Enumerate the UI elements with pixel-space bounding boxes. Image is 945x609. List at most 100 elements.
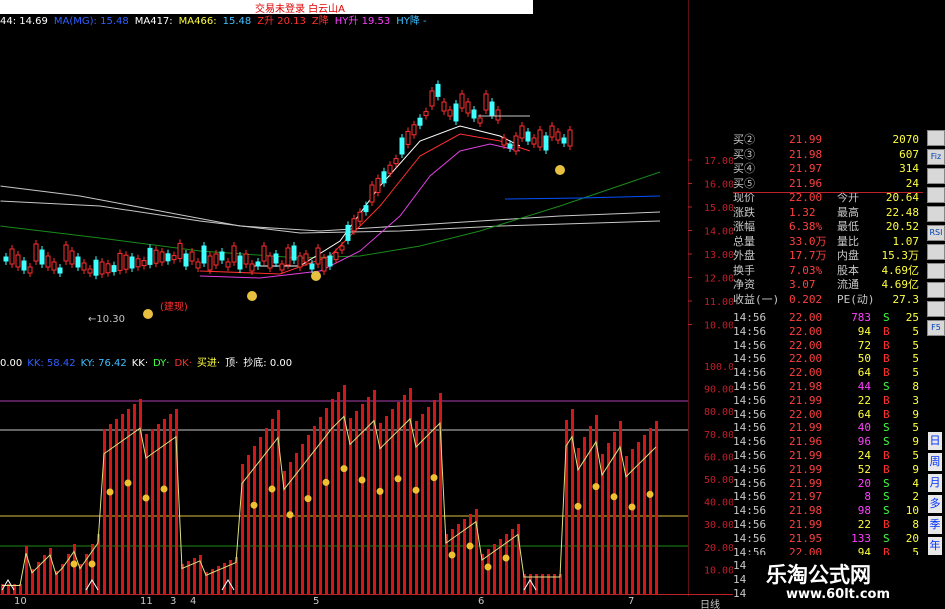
period-button[interactable]: 多 (928, 495, 942, 513)
tick-count: 3 (912, 393, 919, 407)
candle-body (471, 109, 477, 119)
indicator-tick-label: 50.00 (704, 475, 733, 486)
tick-price: 21.95 (789, 531, 823, 545)
candle-body (441, 101, 447, 112)
tick-volume: 44 (857, 380, 871, 393)
candle-body (141, 260, 147, 267)
tick-count: 8 (912, 380, 919, 393)
toolbar-button[interactable] (927, 244, 945, 260)
tick-row: 14:56 21.99 24 B 5 (733, 450, 923, 462)
signal-dot (628, 503, 636, 511)
indicator-tick-label: 30.00 (704, 520, 733, 531)
toolbar-button[interactable] (927, 301, 945, 317)
quote-row: 总量 33.0万 量比 1.07 (733, 234, 923, 248)
period-button[interactable]: 日 (928, 432, 942, 450)
signal-dot (268, 485, 276, 493)
price-tick-label: 16.00 (704, 180, 733, 191)
quote-value: 21.98 (789, 147, 823, 161)
tick-count: 10 (905, 504, 919, 518)
candle-body (561, 137, 567, 144)
candle-body (123, 254, 129, 270)
buy-marker (247, 291, 257, 301)
candle-body (267, 255, 273, 269)
indicator-chart[interactable] (0, 368, 688, 594)
toolbar-button[interactable]: F5 (927, 320, 945, 336)
tick-row: 14:56 21.98 98 S 10 (733, 505, 923, 517)
candle-body (213, 253, 219, 266)
quote-value-2: 4.69亿 (881, 263, 920, 277)
quote-value-2: 2070 (892, 133, 920, 146)
x-axis-label: 5 (313, 596, 320, 607)
candle-body (357, 211, 363, 222)
tick-count: 5 (912, 421, 919, 435)
quote-row: 买③ 21.98 607 (733, 147, 923, 161)
tick-volume: 24 (857, 449, 871, 462)
toolbar-button[interactable] (927, 187, 945, 203)
indicator-header: 0.00 KK: 58.42 KY: 76.42 KK· DY· DK· 买进· 顶· 抄底: … (0, 354, 297, 369)
candle-body (69, 250, 75, 265)
toolbar-button[interactable]: RSI (927, 225, 945, 241)
candle-body (477, 117, 483, 124)
candle-body (117, 252, 123, 271)
quote-value: 21.99 (789, 133, 823, 146)
quote-row: 外盘 17.7万 内盘 15.3万 (733, 250, 923, 262)
tick-volume: 8 (864, 490, 871, 504)
quote-value: 33.0万 (789, 234, 827, 248)
quote-value: 6.38% (789, 220, 823, 233)
toolbar-button[interactable] (927, 206, 945, 222)
period-button[interactable]: 周 (928, 453, 942, 471)
signal-dot (106, 488, 114, 496)
toolbar-button[interactable] (927, 130, 945, 146)
candle-body (27, 266, 33, 274)
tick-row: 14:56 22.00 64 B 5 (733, 367, 923, 379)
tick-count: 9 (912, 407, 919, 421)
candle-body (315, 247, 321, 265)
side-toolbar: Fiz RSI F5 (925, 130, 945, 350)
period-label[interactable]: 日线 (700, 596, 720, 609)
tick-price: 21.98 (789, 504, 823, 518)
candle-body (483, 93, 489, 111)
period-button[interactable]: 月 (928, 474, 942, 492)
signal-dot (88, 560, 96, 568)
tick-time: 14:56 (733, 490, 767, 504)
tick-price: 21.99 (789, 421, 823, 435)
quote-row: 现价 22.00 今开 20.64 (733, 192, 923, 204)
toolbar-button[interactable] (927, 263, 945, 279)
price-tick-label: 14.00 (704, 227, 733, 238)
price-chart[interactable]: ←10.30 (建现) (0, 26, 688, 352)
candle-body (93, 259, 99, 276)
x-axis-label: 6 (478, 596, 485, 607)
toolbar-button[interactable]: Fiz (927, 149, 945, 165)
indicator-tick-label: 70.00 (704, 430, 733, 441)
signal-dot (70, 560, 78, 568)
tick-time: 14:56 (733, 380, 767, 393)
tick-price: 22.00 (789, 407, 823, 421)
quote-panel: 买② 21.99 2070 买③ 21.98 607 买④ 21.97 314 买⑤ 21.96 24… (733, 134, 923, 312)
tick-time: 14:56 (733, 421, 767, 435)
period-button[interactable]: 季 (928, 516, 942, 534)
signal-dot (484, 563, 492, 571)
candle-body (465, 101, 471, 114)
tick-price: 22.00 (789, 366, 823, 380)
tick-time: 14:56 (733, 476, 767, 490)
tick-volume: 52 (857, 462, 871, 476)
candle-body (189, 251, 195, 262)
buy-marker (143, 309, 153, 319)
period-button[interactable]: 年 (928, 537, 942, 555)
quote-label: 收益(一) (733, 292, 780, 306)
signal-dot (160, 485, 168, 493)
signal-dot (646, 490, 654, 498)
tick-count: 5 (912, 352, 919, 366)
signal-dot (502, 554, 510, 562)
candle-body (351, 218, 357, 232)
tick-side: S (883, 311, 890, 324)
candle-body (87, 268, 93, 274)
candle-body (435, 83, 441, 97)
tick-side: S (883, 531, 890, 545)
toolbar-button[interactable] (927, 168, 945, 184)
indicator-tick-label: 10.00 (704, 565, 733, 576)
toolbar-button[interactable] (927, 282, 945, 298)
candle-body (45, 255, 51, 268)
candle-body (111, 265, 117, 273)
candle-body (501, 137, 507, 146)
